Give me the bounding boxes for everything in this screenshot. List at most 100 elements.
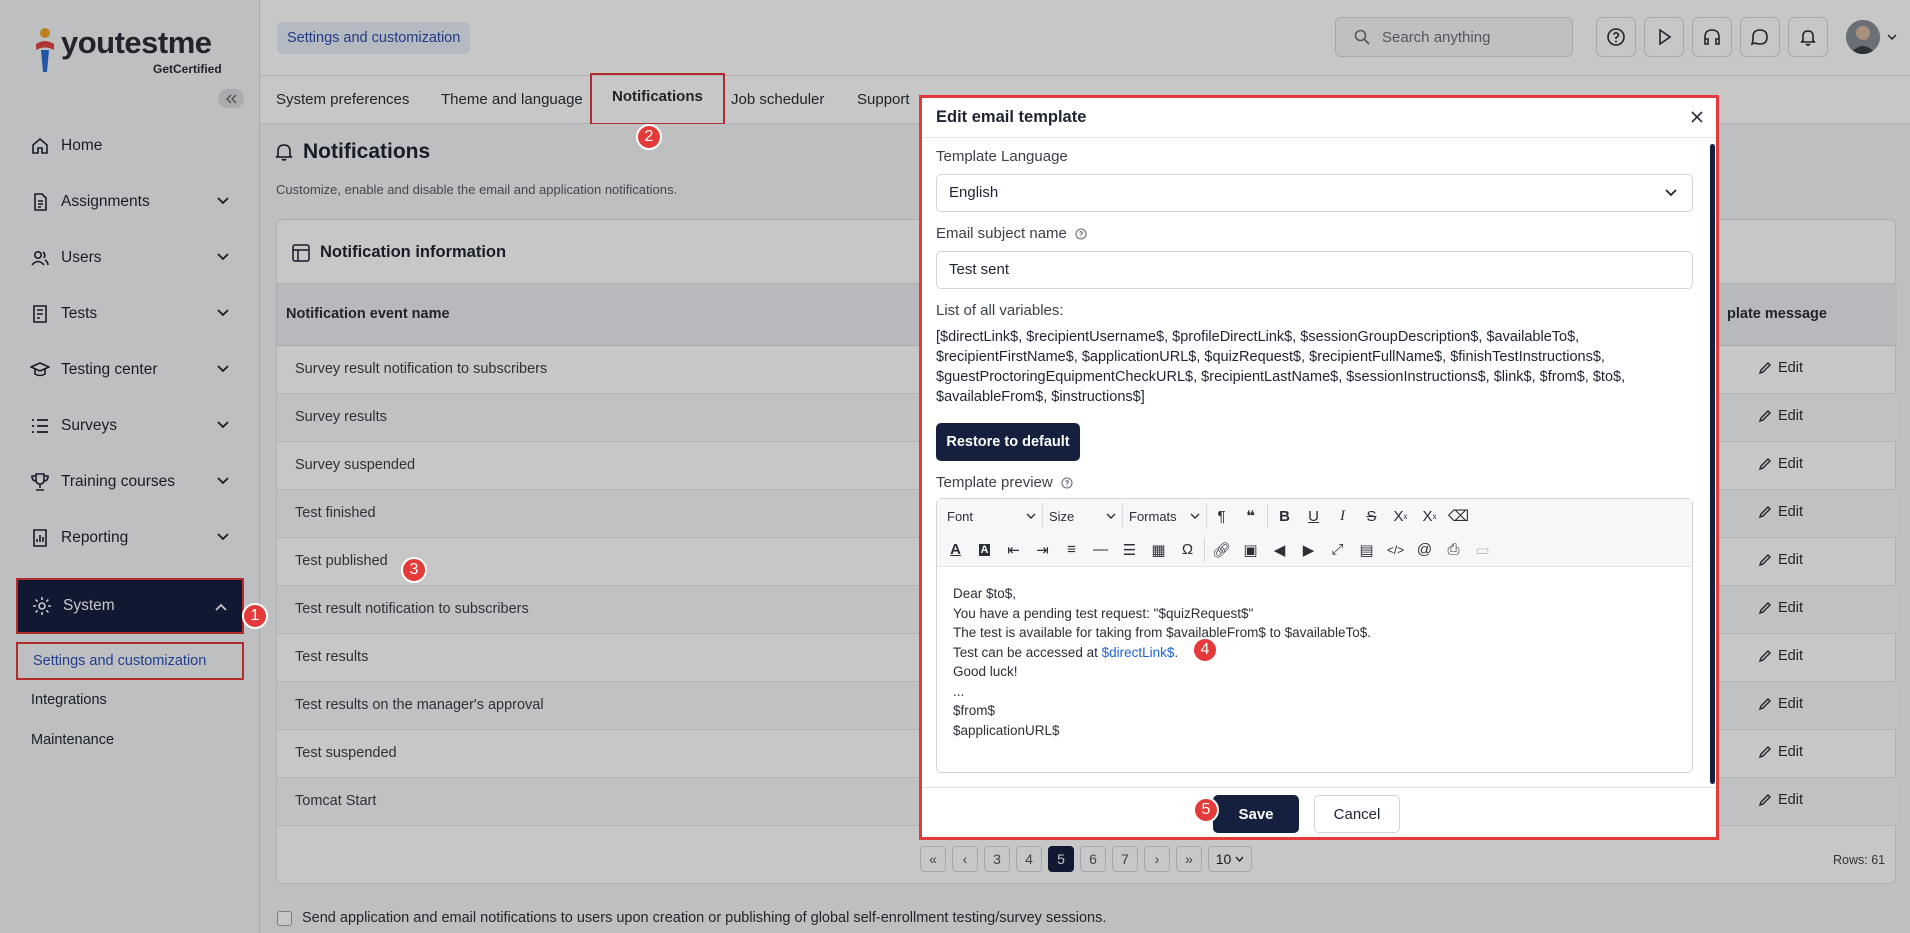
template-language-select[interactable]: English <box>936 174 1693 212</box>
chevron-down-icon[interactable] <box>1887 33 1897 41</box>
avatar[interactable] <box>1846 20 1880 54</box>
outdent-icon[interactable]: ⇤ <box>999 537 1028 563</box>
edit-button[interactable]: Edit <box>1758 792 1803 808</box>
editor-content[interactable]: Dear $to$, You have a pending test reque… <box>953 584 1371 740</box>
fullscreen-icon[interactable]: ⤢ <box>1323 537 1352 563</box>
support-button[interactable] <box>1692 17 1732 57</box>
align-left-icon[interactable]: ≡ <box>1057 537 1086 563</box>
sidebar-item-reporting[interactable]: Reporting <box>16 510 244 566</box>
print-icon[interactable]: ⎙ <box>1439 537 1468 563</box>
horizontal-rule-icon[interactable]: — <box>1086 537 1115 563</box>
superscript-icon[interactable]: Xx <box>1415 503 1444 529</box>
subscript-icon[interactable]: Xx <box>1386 503 1415 529</box>
special-character-icon[interactable]: Ω <box>1173 537 1202 563</box>
sidebar-item-home[interactable]: Home <box>16 118 244 174</box>
tab-theme-and-language[interactable]: Theme and language <box>441 76 583 124</box>
checkbox[interactable] <box>277 910 292 926</box>
chevron-down-icon <box>217 533 229 541</box>
save-button[interactable]: Save <box>1213 795 1299 833</box>
blockquote-icon[interactable]: ❝ <box>1236 503 1265 529</box>
self-enrollment-notification-checkbox[interactable]: Send application and email notifications… <box>277 910 1106 926</box>
prev-page-button[interactable]: ‹ <box>952 846 978 872</box>
table-icon[interactable]: ▦ <box>1144 537 1173 563</box>
editor-toolbar-row-1: Font Size Formats ¶ ❝ B U I S Xx Xx ⌫ <box>937 499 1692 533</box>
page-button[interactable]: 4 <box>1016 846 1042 872</box>
headset-icon <box>1704 29 1720 45</box>
next-page-button[interactable]: › <box>1144 846 1170 872</box>
close-icon[interactable] <box>1688 108 1706 126</box>
edit-button[interactable]: Edit <box>1758 456 1803 472</box>
tab-job-scheduler[interactable]: Job scheduler <box>731 76 824 124</box>
background-color-icon[interactable]: A <box>970 537 999 563</box>
breadcrumb[interactable]: Settings and customization <box>277 22 471 54</box>
page-button[interactable]: 6 <box>1080 846 1106 872</box>
column-header-event[interactable]: Notification event name <box>286 306 450 322</box>
link-icon[interactable]: 🔗︎ <box>1207 537 1236 563</box>
edit-button[interactable]: Edit <box>1758 744 1803 760</box>
last-page-button[interactable]: » <box>1176 846 1202 872</box>
italic-icon[interactable]: I <box>1328 503 1357 529</box>
underline-icon[interactable]: U <box>1299 503 1328 529</box>
ordered-list-icon[interactable]: ☰ <box>1115 537 1144 563</box>
size-select[interactable]: Size <box>1043 503 1123 529</box>
strikethrough-icon[interactable]: S <box>1357 503 1386 529</box>
indent-icon[interactable]: ⇥ <box>1028 537 1057 563</box>
edit-button[interactable]: Edit <box>1758 552 1803 568</box>
cancel-button[interactable]: Cancel <box>1314 795 1400 833</box>
sidebar-item-system[interactable]: System <box>16 578 244 634</box>
save-icon[interactable]: ▭ <box>1468 537 1497 563</box>
sidebar-item-label: Users <box>61 249 102 266</box>
edit-button[interactable]: Edit <box>1758 504 1803 520</box>
first-page-button[interactable]: « <box>920 846 946 872</box>
eraser-icon[interactable]: ⌫ <box>1444 503 1473 529</box>
sidebar-item-users[interactable]: Users <box>16 230 244 286</box>
sidebar-subitem-settings[interactable]: Settings and customization <box>16 642 244 680</box>
tab-system-preferences[interactable]: System preferences <box>276 76 409 124</box>
help-icon[interactable] <box>1061 476 1073 489</box>
sidebar-subitem-integrations[interactable]: Integrations <box>16 680 244 720</box>
image-icon[interactable]: ▣ <box>1236 537 1265 563</box>
restore-default-button[interactable]: Restore to default <box>936 423 1080 461</box>
bold-icon[interactable]: B <box>1270 503 1299 529</box>
column-header-message[interactable]: plate message <box>1727 306 1827 322</box>
rich-text-editor[interactable]: Font Size Formats ¶ ❝ B U I S Xx Xx ⌫ A … <box>936 498 1693 773</box>
source-code-icon[interactable]: </> <box>1381 537 1410 563</box>
notifications-button[interactable] <box>1788 17 1828 57</box>
logo[interactable]: youtestme GetCertified <box>32 26 222 76</box>
page-button[interactable]: 7 <box>1112 846 1138 872</box>
sidebar-item-tests[interactable]: Tests <box>16 286 244 342</box>
text-color-icon[interactable]: A <box>941 537 970 563</box>
sidebar-subitem-maintenance[interactable]: Maintenance <box>16 720 244 760</box>
mention-icon[interactable]: @ <box>1410 537 1439 563</box>
help-icon[interactable] <box>1075 227 1087 240</box>
sidebar-item-assignments[interactable]: Assignments <box>16 174 244 230</box>
audio-icon[interactable]: ◀ <box>1265 537 1294 563</box>
video-icon[interactable]: ▶ <box>1294 537 1323 563</box>
page-button[interactable]: 3 <box>984 846 1010 872</box>
tab-notifications[interactable]: Notifications <box>590 73 725 125</box>
edit-button[interactable]: Edit <box>1758 696 1803 712</box>
direct-link[interactable]: $directLink$ <box>1102 645 1175 660</box>
edit-button[interactable]: Edit <box>1758 408 1803 424</box>
edit-button[interactable]: Edit <box>1758 600 1803 616</box>
tab-support[interactable]: Support <box>857 76 910 124</box>
sidebar-item-testing-center[interactable]: Testing center <box>16 342 244 398</box>
page-size-select[interactable]: 10 <box>1208 846 1252 872</box>
search-input[interactable]: Search anything <box>1335 17 1573 57</box>
sidebar-item-surveys[interactable]: Surveys <box>16 398 244 454</box>
help-button[interactable] <box>1596 17 1636 57</box>
sidebar-item-label: Home <box>61 137 103 154</box>
play-button[interactable] <box>1644 17 1684 57</box>
collapse-sidebar-button[interactable] <box>218 89 244 108</box>
dialog-scrollbar[interactable] <box>1710 144 1715 784</box>
sidebar-item-training-courses[interactable]: Training courses <box>16 454 244 510</box>
template-icon[interactable]: ▤ <box>1352 537 1381 563</box>
font-select[interactable]: Font <box>941 503 1043 529</box>
edit-button[interactable]: Edit <box>1758 360 1803 376</box>
current-page-button[interactable]: 5 <box>1048 846 1074 872</box>
email-subject-input[interactable]: Test sent <box>936 251 1693 289</box>
formats-select[interactable]: Formats <box>1123 503 1207 529</box>
edit-button[interactable]: Edit <box>1758 648 1803 664</box>
chat-button[interactable] <box>1740 17 1780 57</box>
paragraph-icon[interactable]: ¶ <box>1207 503 1236 529</box>
